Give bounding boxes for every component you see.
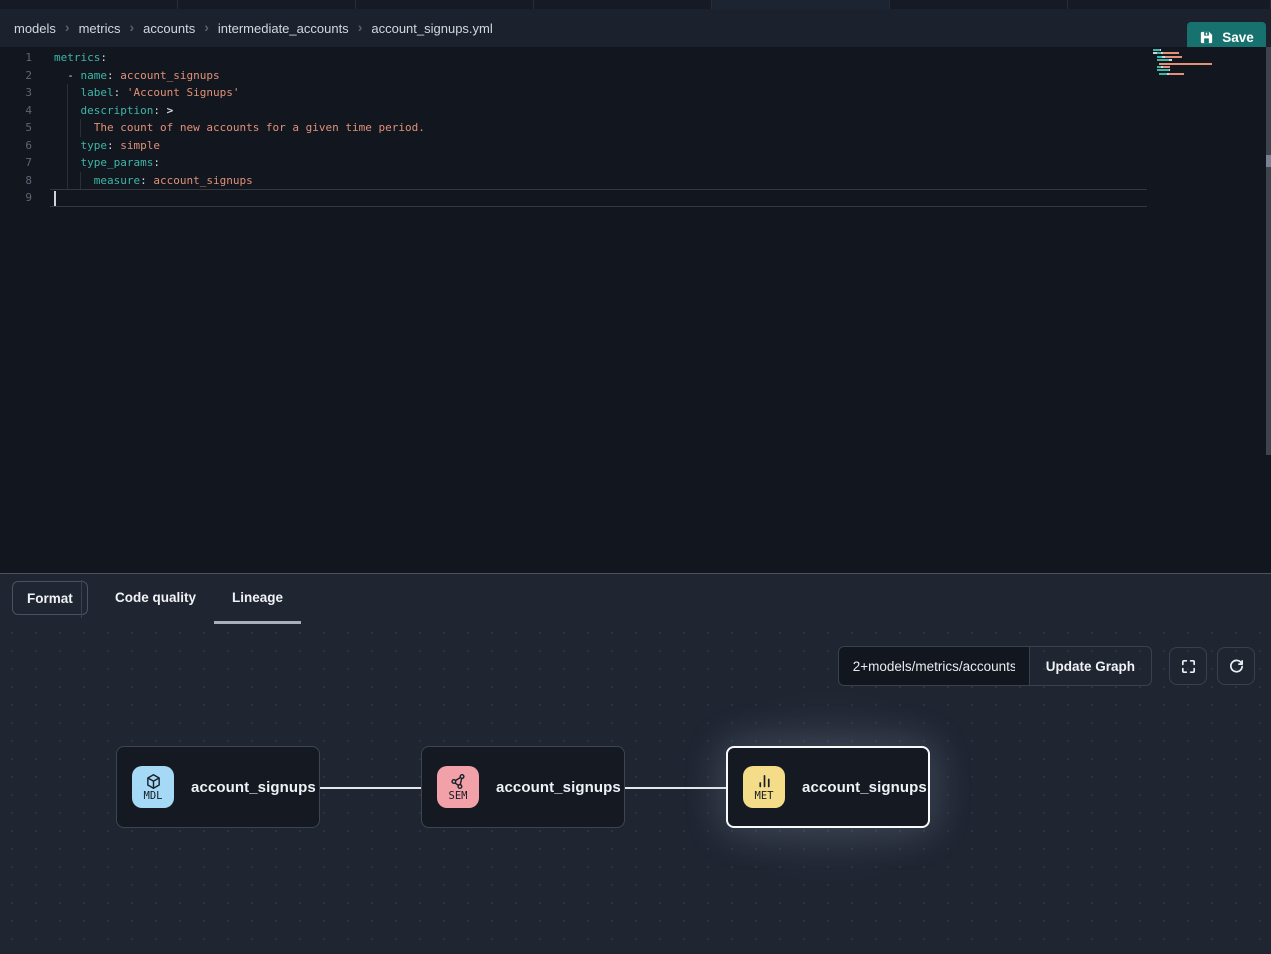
panel-tab-lineage[interactable]: Lineage xyxy=(214,574,301,624)
code-editor[interactable]: 1metrics:2 - name: account_signups3 labe… xyxy=(0,47,1271,573)
line-number: 6 xyxy=(0,137,32,155)
node-type-badge: MDL xyxy=(132,766,174,808)
indent-guide xyxy=(67,137,68,155)
lineage-edge xyxy=(625,787,726,789)
node-type-label: MET xyxy=(755,790,774,802)
indent-guide xyxy=(67,84,68,102)
editor-tab-segment[interactable] xyxy=(712,0,890,9)
lineage-graph-canvas[interactable]: Update Graph xyxy=(0,624,1271,954)
node-type-label: MDL xyxy=(144,790,163,802)
breadcrumb-separator-icon: › xyxy=(204,19,209,35)
code-line[interactable]: 1 metrics: xyxy=(0,49,1271,67)
editor-tab-segment[interactable] xyxy=(1068,0,1271,9)
node-type-label: SEM xyxy=(449,790,468,802)
lineage-node-mdl[interactable]: MDL account_signups xyxy=(116,746,320,828)
editor-tab-segment[interactable] xyxy=(890,0,1068,9)
code-line-text: - name: account_signups xyxy=(54,69,220,82)
code-line-text: label: 'Account Signups' xyxy=(54,86,239,99)
panel-tabs: Code qualityLineage xyxy=(97,574,301,624)
line-number: 5 xyxy=(0,119,32,137)
code-line[interactable]: 8 measure: account_signups xyxy=(0,172,1271,190)
indent-guide xyxy=(80,172,81,190)
save-button-label: Save xyxy=(1222,30,1254,45)
line-number: 2 xyxy=(0,67,32,85)
line-number: 8 xyxy=(0,172,32,190)
code-line[interactable]: 7 type_params: xyxy=(0,154,1271,172)
breadcrumb-item[interactable]: accounts xyxy=(143,21,195,36)
editor-tab-segment[interactable] xyxy=(0,0,178,9)
code-line[interactable]: 3 label: 'Account Signups' xyxy=(0,84,1271,102)
indent-guide xyxy=(67,119,68,137)
line-number: 4 xyxy=(0,102,32,120)
code-line-text: type: simple xyxy=(54,139,160,152)
breadcrumb-separator-icon: › xyxy=(129,19,134,35)
editor-tab-segment[interactable] xyxy=(534,0,712,9)
current-line-highlight xyxy=(50,189,1147,207)
code-line-text: type_params: xyxy=(54,156,160,169)
line-number: 3 xyxy=(0,84,32,102)
format-button[interactable]: Format xyxy=(12,581,88,615)
line-number: 1 xyxy=(0,49,32,67)
bottom-panel: Format Code qualityLineage Update Graph xyxy=(0,573,1271,954)
node-name: account_signups xyxy=(191,779,316,796)
breadcrumb-separator-icon: › xyxy=(358,19,363,35)
code-line[interactable]: 4 description: > xyxy=(0,102,1271,120)
lineage-node-met[interactable]: MET account_signups xyxy=(726,746,930,828)
code-lines: 1metrics:2 - name: account_signups3 labe… xyxy=(0,47,1271,573)
panel-tab-code-quality[interactable]: Code quality xyxy=(97,574,214,624)
breadcrumb-item[interactable]: metrics xyxy=(79,21,121,36)
code-line-text: The count of new accounts for a given ti… xyxy=(54,121,425,134)
semantic-model-icon xyxy=(450,773,467,790)
breadcrumb-bar: models › metrics › accounts › intermediate_acc… xyxy=(0,9,1271,47)
code-line-text: measure: account_signups xyxy=(54,174,253,187)
text-cursor xyxy=(54,191,56,206)
editor-scrollbar-thumb[interactable] xyxy=(1266,155,1271,167)
app-window: models › metrics › accounts › intermediate_acc… xyxy=(0,0,1271,954)
editor-tab-segment[interactable] xyxy=(178,0,356,9)
indent-guide xyxy=(67,102,68,120)
editor-scrollbar[interactable] xyxy=(1266,47,1271,455)
node-name: account_signups xyxy=(802,779,927,796)
indent-guide xyxy=(67,172,68,190)
indent-guide xyxy=(80,119,81,137)
line-number: 9 xyxy=(0,189,32,207)
save-icon xyxy=(1199,30,1214,45)
minimap[interactable] xyxy=(1153,49,1215,80)
breadcrumb-item[interactable]: models xyxy=(14,21,56,36)
breadcrumb: models › metrics › accounts › intermediate_acc… xyxy=(14,9,493,47)
fullscreen-button[interactable] xyxy=(1169,647,1207,685)
model-cube-icon xyxy=(145,773,162,790)
code-line-text: metrics: xyxy=(54,51,107,64)
code-line[interactable]: 6 type: simple xyxy=(0,137,1271,155)
editor-tabstrip xyxy=(0,0,1271,9)
code-line[interactable]: 5 The count of new accounts for a given … xyxy=(0,119,1271,137)
fullscreen-icon xyxy=(1180,658,1197,675)
refresh-icon xyxy=(1228,658,1245,675)
update-graph-button[interactable]: Update Graph xyxy=(1029,646,1152,686)
code-line[interactable]: 2 - name: account_signups xyxy=(0,67,1271,85)
code-line-text: description: > xyxy=(54,104,173,117)
panel-header: Format Code qualityLineage xyxy=(0,574,1271,624)
indent-guide xyxy=(67,154,68,172)
breadcrumb-item[interactable]: account_signups.yml xyxy=(371,21,492,36)
lineage-node-sem[interactable]: SEM account_signups xyxy=(421,746,625,828)
line-number: 7 xyxy=(0,154,32,172)
refresh-button[interactable] xyxy=(1217,647,1255,685)
header-divider xyxy=(81,580,82,618)
breadcrumb-separator-icon: › xyxy=(65,19,70,35)
node-type-badge: SEM xyxy=(437,766,479,808)
lineage-edge xyxy=(320,787,421,789)
editor-tab-segment[interactable] xyxy=(356,0,534,9)
node-name: account_signups xyxy=(496,779,621,796)
node-type-badge: MET xyxy=(743,766,785,808)
breadcrumb-item[interactable]: intermediate_accounts xyxy=(218,21,349,36)
metric-chart-icon xyxy=(756,773,773,790)
